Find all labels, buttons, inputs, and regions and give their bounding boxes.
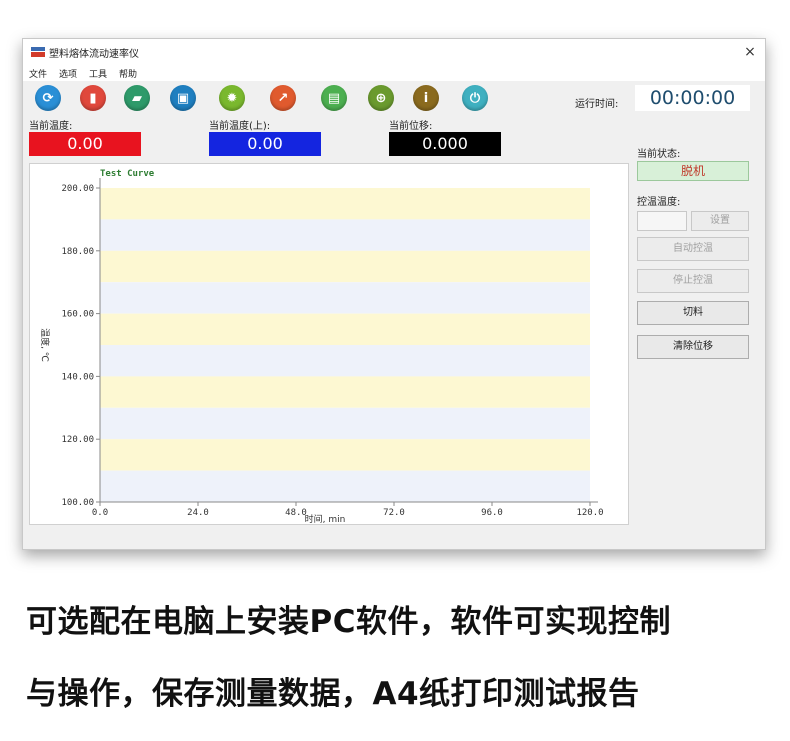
y-axis-label: 温度, ℃ xyxy=(39,328,51,362)
close-button[interactable]: × xyxy=(741,43,759,61)
menu-bar: 文件 选项 工具 帮助 xyxy=(23,65,765,81)
new-file-icon[interactable]: ▮ xyxy=(80,85,106,111)
x-tick-label: 48.0 xyxy=(285,508,307,518)
status-label: 当前状态: xyxy=(637,149,681,160)
menu-tools[interactable]: 工具 xyxy=(89,67,107,80)
print-icon[interactable]: ▤ xyxy=(321,85,347,111)
app-window: 塑料熔体流动速率仪 × 文件 选项 工具 帮助 ⟳ ▮ ▰ ▣ ✹ ↗ ▤ ⊕ … xyxy=(22,38,766,550)
cut-material-button[interactable]: 切料 xyxy=(637,301,749,325)
settings-gear-icon[interactable]: ✹ xyxy=(219,85,245,111)
current-displacement-label: 当前位移: xyxy=(389,121,433,132)
y-tick-label: 120.00 xyxy=(61,435,94,445)
title-bar: 塑料熔体流动速率仪 × xyxy=(23,39,765,65)
info-icon[interactable]: i xyxy=(413,85,439,111)
chart-title: Test Curve xyxy=(100,169,155,179)
status-badge: 脱机 xyxy=(637,161,749,181)
chart-band xyxy=(100,188,590,220)
power-icon[interactable]: ⏻ xyxy=(462,85,488,111)
chart-panel: 200.00 180.00 160.00 140.00 120.00 100.00 0.0 2… xyxy=(29,163,629,525)
y-tick-label: 200.00 xyxy=(61,184,94,194)
auto-control-button[interactable]: 自动控温 xyxy=(637,237,749,261)
stop-control-button[interactable]: 停止控温 xyxy=(637,269,749,293)
save-icon[interactable]: ▣ xyxy=(170,85,196,111)
y-tick-label: 180.00 xyxy=(61,247,94,257)
control-temp-input[interactable] xyxy=(637,211,687,231)
open-folder-icon[interactable]: ▰ xyxy=(124,85,150,111)
current-temp-upper-display: 0.00 xyxy=(209,132,321,156)
caption-line-2: 与操作，保存测量数据，A4纸打印测试报告 xyxy=(26,676,640,712)
x-tick-label: 24.0 xyxy=(187,508,209,518)
toolbar: ⟳ ▮ ▰ ▣ ✹ ↗ ▤ ⊕ i ⏻ 运行时间: 00:00:00 xyxy=(23,81,765,113)
chart-band xyxy=(100,250,590,283)
chart-band xyxy=(100,470,590,502)
chart-band xyxy=(100,313,590,345)
chart-band xyxy=(100,219,590,251)
chart-band xyxy=(100,376,590,408)
current-displacement-display: 0.000 xyxy=(389,132,501,156)
y-tick-label: 100.00 xyxy=(61,498,94,508)
x-tick-label: 96.0 xyxy=(481,508,503,518)
app-logo-icon xyxy=(31,47,45,57)
current-temp-label: 当前温度: xyxy=(29,121,73,132)
runtime-display: 00:00:00 xyxy=(635,85,750,111)
menu-file[interactable]: 文件 xyxy=(29,67,47,80)
zoom-icon[interactable]: ⊕ xyxy=(368,85,394,111)
set-temp-button[interactable]: 设置 xyxy=(691,211,749,231)
x-tick-label: 0.0 xyxy=(92,508,108,518)
chart-band xyxy=(100,407,590,440)
chart-band xyxy=(100,282,590,314)
refresh-icon[interactable]: ⟳ xyxy=(35,85,61,111)
current-temp-display: 0.00 xyxy=(29,132,141,156)
menu-options[interactable]: 选项 xyxy=(59,67,77,80)
y-tick-label: 140.00 xyxy=(61,372,94,382)
window-title: 塑料熔体流动速率仪 xyxy=(49,48,139,60)
x-tick-label: 120.0 xyxy=(576,508,603,518)
chart-band xyxy=(100,439,590,471)
clear-displacement-button[interactable]: 清除位移 xyxy=(637,335,749,359)
x-axis-label: 时间, min xyxy=(305,513,346,525)
runtime-label: 运行时间: xyxy=(575,99,619,110)
test-curve-chart: 200.00 180.00 160.00 140.00 120.00 100.000.0 2… xyxy=(39,169,604,525)
chart-band xyxy=(100,345,590,377)
control-temp-label: 控温温度: xyxy=(637,197,681,208)
caption-line-1: 可选配在电脑上安装PC软件，软件可实现控制 xyxy=(26,604,671,640)
current-temp-upper-label: 当前温度(上): xyxy=(209,121,271,132)
export-icon[interactable]: ↗ xyxy=(270,85,296,111)
y-tick-label: 160.00 xyxy=(61,310,94,320)
menu-help[interactable]: 帮助 xyxy=(119,67,137,80)
x-tick-label: 72.0 xyxy=(383,508,405,518)
